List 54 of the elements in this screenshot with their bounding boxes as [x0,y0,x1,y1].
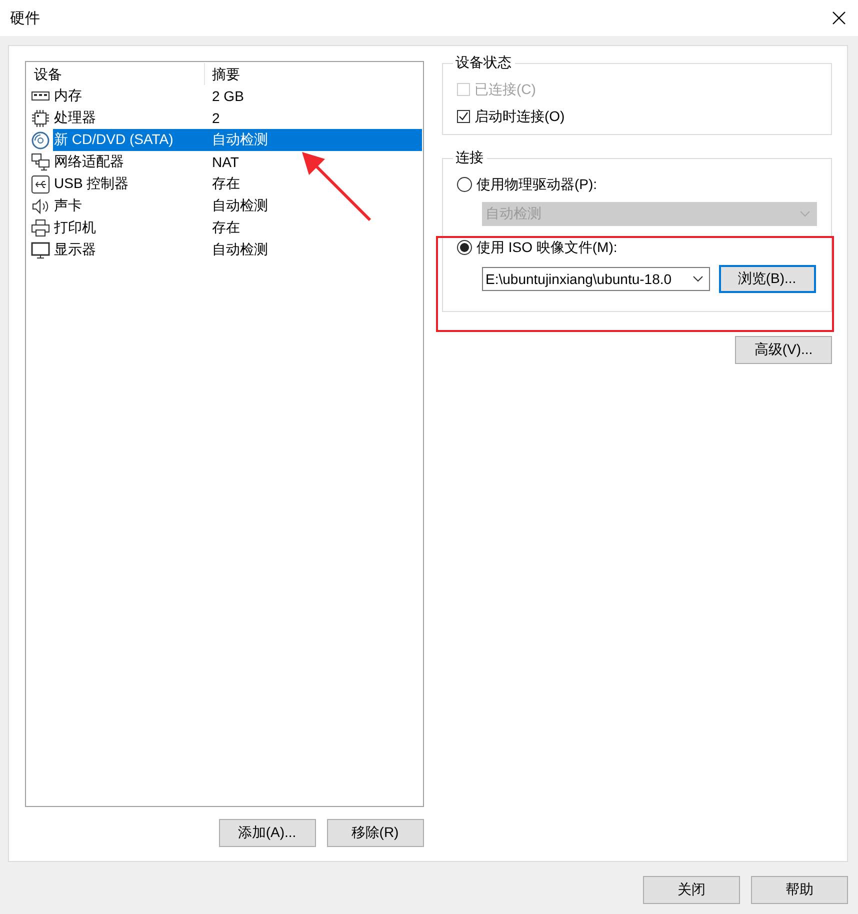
group-title: 设备状态 [454,54,512,72]
checkbox-label: 已连接(C) [474,80,536,98]
list-button[interactable]: 添加(A)... [218,819,316,847]
device-name: 网络适配器 [53,153,125,171]
device-summary: 2 GB [212,88,244,104]
device-row[interactable]: 显示器 自动检测 [53,239,422,261]
device-summary: 自动检测 [212,131,268,149]
device-name: 新 CD/DVD (SATA) [53,131,174,149]
device-summary: 存在 [212,219,240,237]
network-icon [31,152,50,172]
device-name: 打印机 [53,219,97,237]
device-name: USB 控制器 [53,175,130,193]
device-row[interactable]: 声卡 自动检测 [53,195,422,217]
device-name: 声卡 [53,197,83,215]
radio-label: 使用 ISO 映像文件(M): [476,238,618,256]
column-header[interactable]: 摘要 [205,63,422,85]
cpu-icon [31,108,50,128]
device-name: 处理器 [53,109,97,127]
checkbox[interactable] [456,110,470,123]
device-summary: NAT [212,154,239,170]
advanced-button[interactable]: 高级(V)... [735,336,832,364]
column-header[interactable]: 设备 [27,63,205,85]
chevron-icon [692,276,702,282]
device-summary: 自动检测 [212,197,268,215]
sound-icon [31,196,50,216]
list-button[interactable]: 移除(R) [326,819,424,847]
printer-icon [31,218,50,238]
device-row[interactable]: USB 控制器 存在 [53,173,422,195]
monitor-icon [31,240,50,260]
device-row[interactable]: 网络适配器 NAT [53,151,422,173]
chevron-icon [800,211,810,217]
radio-label: 使用物理驱动器(P): [476,176,598,194]
browse-button[interactable]: 浏览(B)... [718,265,816,293]
footer-button[interactable]: 关闭 [643,876,740,904]
device-row[interactable]: 打印机 存在 [53,217,422,239]
radio-button[interactable] [456,177,472,192]
disc-icon [31,130,50,150]
device-summary: 存在 [212,175,240,193]
annotation-arrow [302,152,372,222]
footer-button[interactable]: 帮助 [751,876,848,904]
group-title: 连接 [454,149,484,167]
device-summary: 自动检测 [212,241,268,259]
radio-button[interactable] [456,240,472,255]
close-icon[interactable] [832,11,846,25]
device-name: 内存 [53,87,83,105]
device-row[interactable]: 新 CD/DVD (SATA) 自动检测 [53,129,422,151]
window-title: 硬件 [10,8,40,28]
device-row[interactable]: 内存 2 GB [53,85,422,107]
usb-icon [31,174,50,194]
checkbox-label: 启动时连接(O) [474,108,565,126]
path-dropdown[interactable]: E:\ubuntujinxiang\ubuntu-18.0 [482,267,710,291]
device-row[interactable]: 处理器 2 [53,107,422,129]
device-name: 显示器 [53,241,97,259]
device-summary: 2 [212,110,220,126]
